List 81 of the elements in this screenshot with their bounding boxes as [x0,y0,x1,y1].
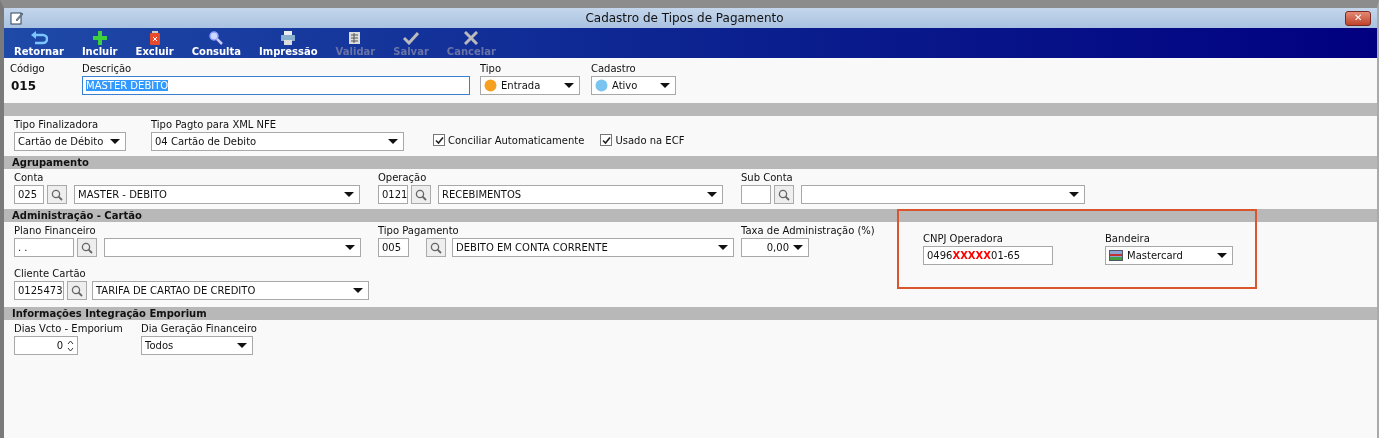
section-header: Informações Integração Emporium [4,307,1377,320]
search-button[interactable] [411,185,431,204]
field-label: Dias Vcto - Emporium [14,322,124,335]
caret-icon [793,245,803,250]
finalizer-dropdown[interactable]: Cartão de Débito [14,132,126,151]
checkbox-label: Conciliar Automaticamente [448,134,585,146]
days-spinner[interactable]: 0 [14,336,78,355]
card-icon [1109,250,1123,261]
field-label: Conta [14,171,45,184]
checkbox[interactable] [600,134,613,146]
checkbox[interactable] [433,134,445,146]
x-icon [464,31,479,45]
caret-icon [353,288,363,293]
trash-icon [148,31,161,45]
type-dropdown[interactable]: Entrada [480,76,580,95]
brand-dropdown[interactable]: Mastercard [1105,246,1233,265]
grid-document-icon [348,31,363,45]
generation-day-dropdown[interactable]: Todos [141,336,253,355]
caret-icon [110,139,120,144]
caret-icon [718,245,728,250]
caret-icon [388,139,398,144]
client-dropdown[interactable]: TARIFA DE CARTAO DE CREDITO [92,281,369,300]
xml-payment-dropdown[interactable]: 04 Cartão de Debito [151,132,404,151]
field-label: Taxa de Administração (%) [741,224,876,237]
section-header: Administração - Cartão [4,209,1377,222]
field-label: Dia Geração Financeiro [141,322,257,335]
section-header: Agrupamento [4,156,1377,169]
printer-icon [280,31,297,45]
search-button[interactable] [47,185,67,204]
toolbar-button[interactable]: Excluir [129,28,180,58]
ball-icon [595,79,608,92]
caret-icon [237,343,247,348]
operation-dropdown[interactable]: RECEBIMENTOS [438,185,723,204]
toolbar-button[interactable]: Retornar [8,28,70,58]
search-icon [209,31,224,45]
caret-icon [660,83,670,88]
caret-icon [1217,253,1227,258]
search-button[interactable] [774,185,794,204]
rate-dropdown[interactable]: 0,00 [741,238,809,257]
checkbox-label: Usado na ECF [615,134,685,146]
caret-icon [564,83,574,88]
field-label: Bandeira [1105,232,1151,245]
ball-icon [484,79,497,92]
field-label: CNPJ Operadora [923,232,1004,245]
account-dropdown[interactable]: MASTER - DEBITO [74,185,360,204]
status-dropdown[interactable]: Ativo [591,76,676,95]
field-label: Descrição [82,62,133,75]
toolbar-button[interactable]: Incluir [75,28,124,58]
code-field[interactable] [741,185,771,204]
code-field[interactable]: 0125473 [14,281,64,300]
return-arrow-icon [29,31,48,45]
toolbar-button[interactable]: Impressão [253,28,324,58]
search-button[interactable] [67,281,87,300]
form-icon [10,11,24,25]
caret-icon [1069,192,1079,197]
plus-icon [92,31,107,45]
caret-icon [707,192,717,197]
field-label: Tipo Pagto para XML NFE [151,118,278,131]
code-field[interactable]: 025 [14,185,44,204]
field-label: Tipo Finalizadora [14,118,100,131]
field-label: Plano Financeiro [14,224,97,237]
payment-type-dropdown[interactable]: DEBITO EM CONTA CORRENTE [452,238,734,257]
search-button[interactable] [77,238,97,257]
code-field[interactable]: 0121 [378,185,408,204]
cnpj-field[interactable]: 0496XXXXX01-65 [923,246,1053,265]
caret-icon [345,245,355,250]
code-value: 015 [10,78,38,93]
caret-icon [344,192,354,197]
field-label: Cadastro [591,62,637,75]
toolbar-button[interactable]: Consulta [185,28,248,58]
code-field[interactable]: . . [14,238,74,257]
field-label: Tipo [480,62,503,75]
field-label: Cliente Cartão [14,267,87,280]
field-label: Código [10,62,46,75]
field-label: Operação [378,171,428,184]
code-field[interactable]: 005 [378,238,409,257]
field-label: Tipo Pagamento [378,224,460,237]
checkmark-icon [403,31,419,45]
window-title: Cadastro de Tipos de Pagamento [584,11,785,25]
field-label: Sub Conta [741,171,794,184]
search-button[interactable] [426,238,446,257]
